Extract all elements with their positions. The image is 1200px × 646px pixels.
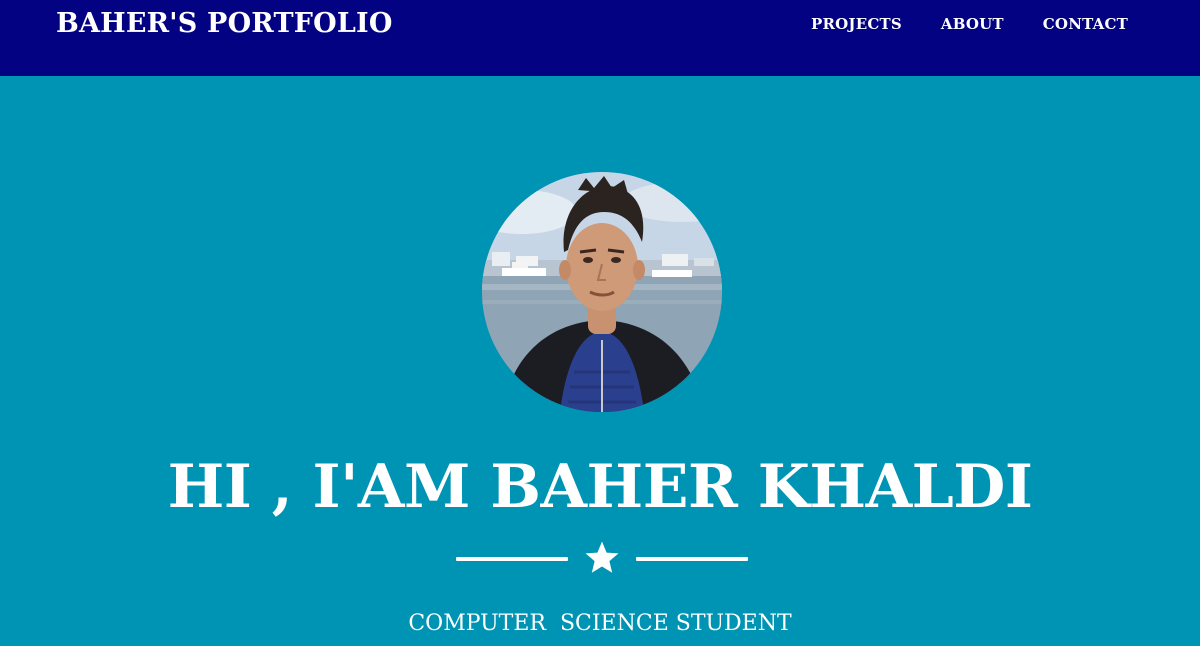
divider-line-right: [636, 557, 748, 561]
star-icon: [585, 541, 619, 573]
nav-link-contact[interactable]: CONTACT: [1043, 14, 1128, 34]
divider-line-left: [456, 557, 568, 561]
nav-link-projects[interactable]: PROJECTS: [811, 14, 902, 34]
nav-link-about[interactable]: ABOUT: [941, 14, 1004, 34]
nav-links: PROJECTS ABOUT CONTACT: [811, 14, 1128, 34]
profile-photo: [482, 172, 722, 412]
navbar: BAHER'S PORTFOLIO PROJECTS ABOUT CONTACT: [0, 0, 1200, 76]
avatar: [482, 172, 722, 412]
title-divider: [456, 540, 748, 576]
hero-section: HI , I'AM BAHER KHALDI COMPUTER SCIENCE …: [0, 76, 1200, 646]
hero-subtitle: COMPUTER SCIENCE STUDENT: [408, 611, 792, 636]
brand-link[interactable]: BAHER'S PORTFOLIO: [56, 6, 393, 42]
hero-title: HI , I'AM BAHER KHALDI: [167, 452, 1033, 522]
